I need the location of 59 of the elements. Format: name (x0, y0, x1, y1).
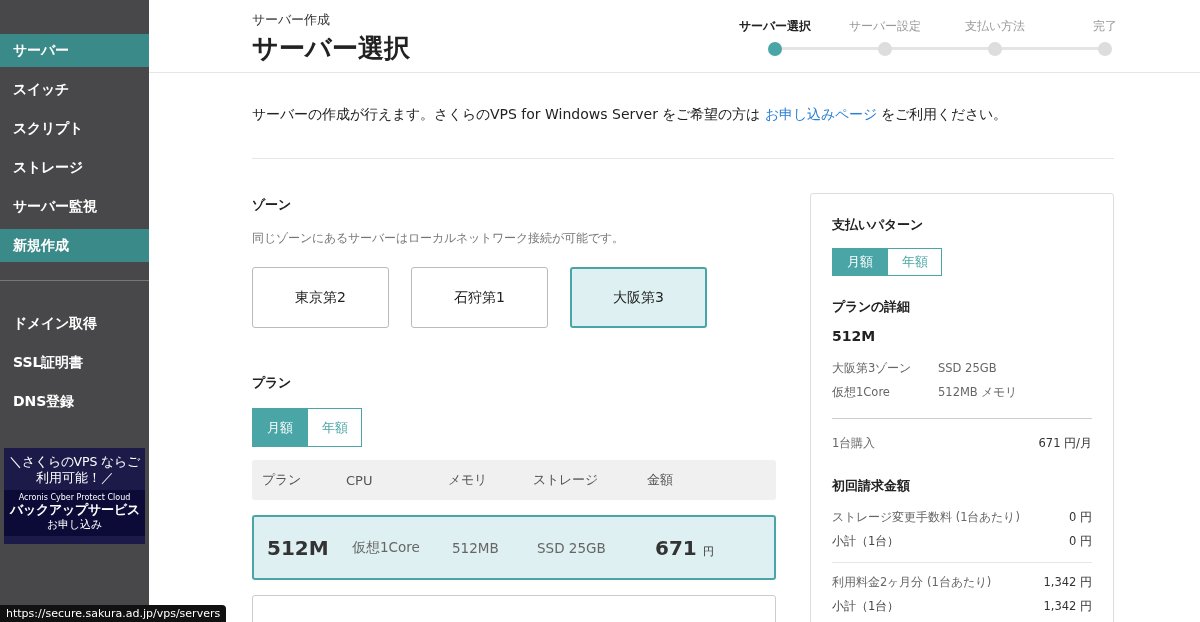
line-value: 0 円 (1069, 533, 1092, 550)
intro-text: サーバーの作成が行えます。さくらのVPS for Windows Server をご希望の方は お申し込みページ をご利用ください。 (252, 106, 1114, 159)
banner-product: Acronis Cyber Protect Cloud (17, 493, 132, 502)
banner-title: バックアップサービス (8, 502, 141, 518)
line-label: 小計（1台） (832, 533, 900, 550)
sidebar-item[interactable]: SSL証明書 (0, 346, 149, 379)
line-value: 0 円 (1069, 509, 1092, 526)
step-label: サーバー選択 (739, 18, 811, 35)
plan-name: 512M (267, 535, 330, 560)
step-label: 支払い方法 (965, 18, 1025, 35)
breadcrumb: サーバー作成 (252, 12, 331, 29)
panel-heading: 初回請求金額 (832, 477, 911, 495)
sidebar-item[interactable]: サーバー監視 (0, 190, 149, 223)
sidebar-item[interactable]: スイッチ (0, 73, 149, 106)
plan-price: 671 (655, 535, 697, 560)
spec-text: 大阪第3ゾーン (832, 360, 913, 377)
line-label: 小計（1台） (832, 598, 900, 615)
zone-note: 同じゾーンにあるサーバーはローカルネットワーク接続が可能です。 (252, 231, 625, 246)
line-value: 1,342 円 (1043, 598, 1092, 615)
signup-link[interactable]: お申し込みページ (764, 106, 877, 122)
sidebar-item[interactable]: DNS登録 (0, 385, 149, 418)
sidebar-item[interactable]: ストレージ (0, 151, 149, 184)
line-label: 1台購入 (832, 435, 876, 452)
zone-option[interactable]: 大阪第3 (570, 267, 707, 328)
column-header: CPU (346, 472, 374, 488)
section-heading: ゾーン (252, 196, 292, 214)
line-value: 671 円/月 (1038, 435, 1092, 452)
line-label: ストレージ変更手数料 (1台あたり) (832, 509, 1020, 526)
status-url: https://secure.sakura.ad.jp/vps/servers (0, 605, 227, 622)
column-header: 金額 (647, 471, 674, 489)
table-cell-text: 512MB (452, 539, 500, 556)
table-cell-text: SSD 25GB (537, 539, 607, 556)
column-header: メモリ (448, 471, 488, 489)
page-title: サーバー選択 (252, 32, 410, 65)
zone-option[interactable]: 東京第2 (252, 267, 389, 328)
column-header: プラン (262, 471, 302, 489)
step-label: 完了 (1093, 18, 1117, 35)
zone-option[interactable]: 石狩第1 (411, 267, 548, 328)
panel-heading: 支払いパターン (832, 216, 924, 234)
line-label: 利用料金2ヶ月分 (1台あたり) (832, 574, 992, 591)
panel-heading: プランの詳細 (832, 298, 911, 316)
price-unit: 円 (702, 543, 714, 559)
sidebar-item[interactable]: サーバー (0, 34, 149, 67)
banner-cta: お申し込み (46, 518, 103, 532)
spec-text: SSD 25GB (938, 360, 998, 377)
table-cell-text: 仮想1Core (352, 538, 421, 557)
line-value: 1,342 円 (1043, 574, 1092, 591)
section-heading: プラン (252, 374, 292, 392)
sidebar-item[interactable]: スクリプト (0, 112, 149, 145)
spec-text: 512MB メモリ (938, 384, 1019, 401)
sidebar-item[interactable]: ドメイン取得 (0, 307, 149, 340)
spec-text: 仮想1Core (832, 384, 891, 401)
step-label: サーバー設定 (849, 18, 921, 35)
banner-tagline: ＼さくらのVPS ならご利用可能！／ (7, 454, 142, 486)
sidebar-item[interactable]: 新規作成 (0, 229, 149, 262)
promo-banner[interactable]: ＼さくらのVPS ならご利用可能！／ Acronis Cyber Protect Cloud バックアップサービス お申し込み (4, 448, 145, 544)
plan-row[interactable]: 512M 仮想1Core 512MB SSD 25GB 671 円 (252, 515, 776, 580)
plan-name: 512M (832, 328, 877, 344)
column-header: ストレージ (533, 471, 599, 489)
